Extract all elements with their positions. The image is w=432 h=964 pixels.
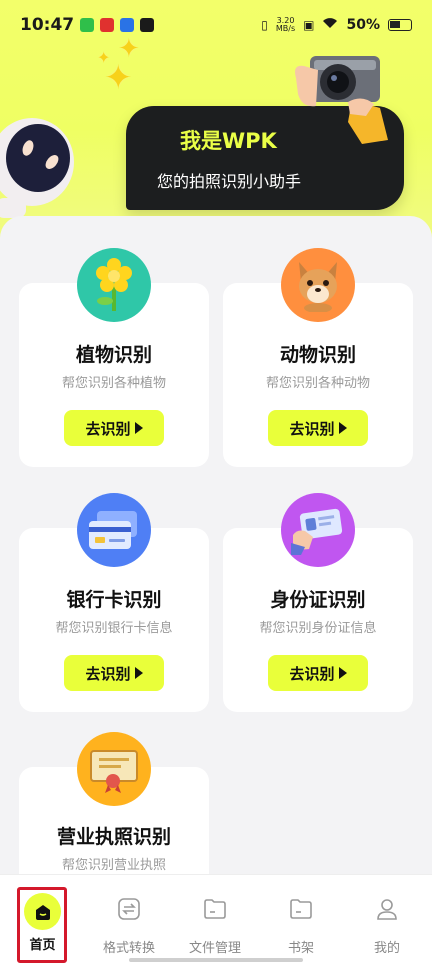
tab-label: 书架 — [287, 941, 314, 956]
card-description: 帮您识别各种植物 — [61, 376, 166, 391]
app-notification-icon — [80, 18, 95, 32]
play-arrow-icon — [134, 667, 143, 679]
vibrate-icon: ▯ — [261, 18, 268, 32]
wifi-icon — [322, 17, 338, 33]
play-arrow-icon — [338, 667, 347, 679]
card-description: 帮您识别银行卡信息 — [55, 621, 173, 636]
tab-convert[interactable]: 格式转换 — [86, 875, 172, 964]
status-bar: 10:47 ▯ 3.20 MB/s ▣ 50% — [0, 0, 432, 50]
folder-icon — [204, 899, 226, 919]
battery-percent: 50% — [346, 17, 380, 33]
card-title: 营业执照识别 — [56, 826, 171, 848]
bookshelf-icon — [290, 899, 312, 919]
status-time: 10:47 — [20, 15, 75, 35]
hero-title: 我是WPK — [180, 129, 277, 153]
selection-highlight-box — [17, 887, 67, 963]
robot-mascot-icon — [0, 118, 74, 218]
card-title: 身份证识别 — [270, 589, 366, 611]
tab-label: 我的 — [373, 941, 400, 956]
recognize-id-card-button[interactable]: 去识别 — [268, 655, 368, 691]
certificate-icon — [77, 732, 151, 806]
card-description: 帮您识别身份证信息 — [259, 621, 377, 636]
app-notification-icon — [120, 18, 135, 32]
bank-card-icon — [77, 493, 151, 567]
dog-icon — [281, 248, 355, 322]
tab-profile[interactable]: 我的 — [344, 875, 430, 964]
tab-label: 文件管理 — [188, 941, 241, 956]
profile-icon — [377, 899, 397, 920]
tab-file-manager[interactable]: 文件管理 — [172, 875, 258, 964]
recognize-animal-button[interactable]: 去识别 — [268, 410, 368, 446]
app-notification-icon — [100, 18, 115, 32]
message-icon — [140, 18, 155, 32]
card-title: 银行卡识别 — [66, 589, 162, 611]
battery-icon — [388, 19, 412, 31]
home-indicator-bar[interactable] — [129, 958, 303, 962]
card-description: 帮您识别各种动物 — [265, 376, 370, 391]
sim-icon: ▣ — [303, 18, 315, 32]
card-description: 帮您识别营业执照 — [61, 858, 166, 873]
recognize-plant-button[interactable]: 去识别 — [64, 410, 164, 446]
play-arrow-icon — [338, 422, 347, 434]
convert-icon — [118, 898, 140, 920]
card-title: 动物识别 — [279, 344, 356, 366]
play-arrow-icon — [134, 422, 143, 434]
recognize-bank-card-button[interactable]: 去识别 — [64, 655, 164, 691]
tab-bookshelf[interactable]: 书架 — [258, 875, 344, 964]
id-card-icon — [281, 493, 355, 567]
hero-subtitle: 您的拍照识别小助手 — [157, 172, 302, 191]
camera-hand-icon — [295, 56, 388, 144]
card-title: 植物识别 — [75, 344, 152, 366]
tab-label: 格式转换 — [102, 941, 155, 956]
net-speed: 3.20 MB/s — [275, 16, 296, 33]
sparkle-icon: ✦ — [104, 58, 133, 98]
flower-icon — [77, 248, 151, 322]
